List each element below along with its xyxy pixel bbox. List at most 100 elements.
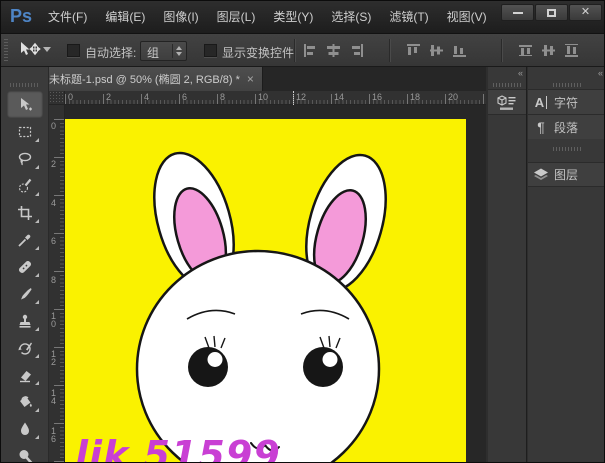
minimize-icon [513,12,523,14]
align-horizontal-center-icon[interactable] [326,44,341,57]
ruler-pointer-mark [293,91,294,105]
align-left-icon[interactable] [303,44,318,57]
clone-stamp-tool[interactable] [7,307,43,334]
separator [294,39,295,62]
paragraph-panel-label: 段落 [554,119,578,136]
photoshop-logo: Ps [10,6,32,27]
collapse-panels-chevron[interactable]: « [518,68,522,78]
dodge-tool[interactable] [7,442,43,463]
align-right-icon[interactable] [349,44,364,57]
menu-item[interactable]: 图层(L) [208,1,265,34]
maximize-icon [547,9,556,17]
close-button[interactable]: ✕ [569,4,602,21]
flyout-indicator [35,354,39,358]
document-tab-bar: » 未标题-1.psd @ 50% (椭圆 2, RGB/8) * × [1,67,486,91]
distribute-vertical-center-icon[interactable] [541,44,556,57]
tool-preset-caret-icon[interactable] [43,47,51,52]
lasso-tool[interactable] [7,145,43,172]
panel-gripper[interactable] [553,83,581,87]
maximize-button[interactable] [535,4,568,21]
ruler-origin-corner[interactable] [49,91,65,105]
tools-panel [1,67,49,463]
tools-panel-gripper[interactable] [10,83,40,87]
flyout-indicator [35,435,39,439]
character-panel-button[interactable]: A 字符 [528,89,605,114]
menu-item[interactable]: 图像(I) [154,1,207,34]
paragraph-icon: ¶ [537,119,545,135]
auto-select-target-value: 组 [147,46,159,60]
flyout-indicator [35,381,39,385]
3d-panel-button[interactable] [488,89,526,115]
history-brush-tool[interactable] [7,334,43,361]
tab-close-icon[interactable]: × [247,73,254,85]
menu-item[interactable]: 视图(V) [438,1,496,34]
panel-dock: « « A 字符 ¶ 段落 [486,67,605,463]
layers-panel-button[interactable]: 图层 [528,162,605,187]
document-tab-title: 未标题-1.psd @ 50% (椭圆 2, RGB/8) * [49,71,240,87]
menu-items: 文件(F)编辑(E)图像(I)图层(L)类型(Y)选择(S)滤镜(T)视图(V) [39,1,496,34]
show-transform-checkbox[interactable] [204,44,217,57]
auto-select-target-dropdown[interactable]: 组 [140,41,187,61]
document-tab[interactable]: 未标题-1.psd @ 50% (椭圆 2, RGB/8) * × [41,67,263,91]
menu-item[interactable]: 滤镜(T) [380,1,437,34]
right-eye-highlight [323,352,338,367]
flyout-indicator [35,246,39,250]
layers-panel-label: 图层 [554,166,578,183]
collapse-panels-chevron[interactable]: « [598,68,602,78]
tool-options-bar: 自动选择: 组 显示变换控件 [1,34,605,67]
blur-tool[interactable] [7,415,43,442]
character-panel-label: 字符 [554,94,578,111]
auto-select-label: 自动选择: [85,44,136,61]
vertical-ruler: 024681 01 21 41 6 [49,105,65,463]
spot-healing-brush-tool[interactable] [7,253,43,280]
eyedropper-tool[interactable] [7,226,43,253]
window-controls: ✕ [500,4,602,21]
panel-gripper[interactable] [553,147,581,151]
flyout-indicator [35,165,39,169]
flyout-indicator [35,138,39,142]
paragraph-panel-button[interactable]: ¶ 段落 [528,114,605,139]
canvas-text-layer: lik 51599 [75,433,281,463]
quick-selection-tool[interactable] [7,172,43,199]
crop-tool[interactable] [7,199,43,226]
pasteboard: lik 51599 [65,105,486,463]
close-icon: ✕ [581,7,590,18]
minimize-button[interactable] [501,4,534,21]
menu-item[interactable]: 文件(F) [39,1,96,34]
paint-bucket-tool[interactable] [7,388,43,415]
rectangular-marquee-tool[interactable] [7,118,43,145]
horizontal-ruler: 02468101214161820 [65,91,486,105]
flyout-indicator [35,300,39,304]
rabbit-artwork: lik 51599 [65,119,466,463]
rabbit-left-eye [188,347,228,387]
options-bar-gripper[interactable] [4,39,8,62]
auto-select-checkbox[interactable] [67,44,80,57]
layers-icon [533,168,549,182]
panel-gripper[interactable] [493,83,521,87]
character-icon: A [535,95,547,110]
align-top-icon[interactable] [406,44,421,57]
brush-tool[interactable] [7,280,43,307]
menu-bar: Ps 文件(F)编辑(E)图像(I)图层(L)类型(Y)选择(S)滤镜(T)视图… [1,1,605,34]
distribute-bottom-icon[interactable] [564,44,579,57]
show-transform-label: 显示变换控件 [222,44,294,61]
move-tool-icon [17,41,41,59]
menu-item[interactable]: 选择(S) [322,1,380,34]
move-tool[interactable] [7,91,43,118]
panel-column: « A 字符 ¶ 段落 图层 [528,67,605,463]
collapsed-panel-strip: « [488,67,527,463]
photoshop-window: Ps 文件(F)编辑(E)图像(I)图层(L)类型(Y)选择(S)滤镜(T)视图… [0,0,605,463]
distribute-top-icon[interactable] [518,44,533,57]
menu-item[interactable]: 编辑(E) [96,1,154,34]
flyout-indicator [35,327,39,331]
document-canvas[interactable]: lik 51599 [65,119,466,463]
left-eye-highlight [208,352,223,367]
flyout-indicator [35,273,39,277]
separator [389,39,390,62]
align-bottom-icon[interactable] [452,44,467,57]
menu-item[interactable]: 类型(Y) [264,1,322,34]
separator [501,39,502,62]
align-vertical-center-icon[interactable] [429,44,444,57]
eraser-tool[interactable] [7,361,43,388]
rabbit-right-eye [303,347,343,387]
